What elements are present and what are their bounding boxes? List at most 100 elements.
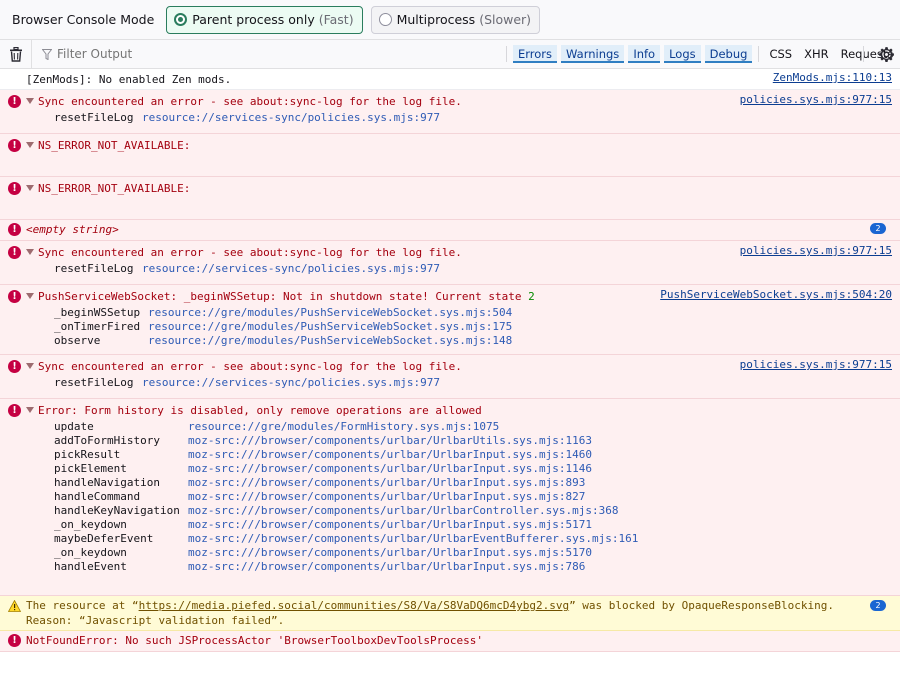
stack-trace: update resource://gre/modules/FormHistory… [26,420,892,574]
frame-function: resetFileLog [54,262,134,275]
stack-frame: handleNavigation moz-src:///browser/compo… [54,476,892,490]
stack-frame: update resource://gre/modules/FormHistory… [54,420,892,434]
error-message: ! NS_ERROR_NOT_AVAILABLE: [0,134,900,177]
stack-frame: observe resource://gre/modules/PushServic… [54,334,892,348]
error-message: ! Error: Form history is disabled, only … [0,399,900,596]
expand-twisty-icon[interactable] [26,98,34,104]
frame-location-link[interactable]: resource://gre/modules/PushServiceWebSoc… [148,334,512,348]
state-number: 2 [528,290,535,303]
frame-function: update [54,420,94,433]
message-source-link[interactable]: policies.sys.mjs:977:15 [740,358,892,371]
error-icon: ! [8,246,21,259]
frame-function: _onTimerFired [54,320,141,333]
message-source-link[interactable]: policies.sys.mjs:977:15 [740,93,892,106]
error-message: ! NotFoundError: No such JSProcessActor … [0,631,900,652]
message-text: <empty string> [26,223,119,236]
frame-function: maybeDeferEvent [54,532,154,545]
filter-info-button[interactable]: Info [628,45,661,63]
trash-icon [9,46,22,62]
error-message: ! NS_ERROR_NOT_AVAILABLE: [0,177,900,220]
stack-frame: _beginWSSetup resource://gre/modules/Push… [54,306,892,320]
frame-location-link[interactable]: moz-src:///browser/components/urlbar/Url… [188,476,585,490]
toolbar-separator [863,46,864,62]
frame-location-link[interactable]: resource://gre/modules/PushServiceWebSoc… [148,320,512,334]
frame-function: observe [54,334,101,347]
expand-twisty-icon[interactable] [26,185,34,191]
error-icon: ! [8,223,21,236]
error-icon: ! [8,95,21,108]
filter-funnel-icon [42,48,52,60]
message-text: NS_ERROR_NOT_AVAILABLE: [38,182,191,195]
console-toolbar: Errors Warnings Info Logs Debug CSS XHR … [0,40,900,69]
frame-location-link[interactable]: resource://gre/modules/PushServiceWebSoc… [148,306,512,320]
mode-parent-hint: (Fast) [318,12,354,27]
filter-output-input[interactable] [57,47,457,61]
log-message: [ZenMods]: No enabled Zen mods. ZenMods.… [0,70,900,90]
frame-function: _on_keydown [54,546,127,559]
frame-location-link[interactable]: moz-src:///browser/components/urlbar/Url… [188,518,592,532]
message-text: The resource at “ [26,599,139,612]
mode-multiprocess-option[interactable]: Multiprocess (Slower) [370,5,541,34]
expand-twisty-icon[interactable] [26,142,34,148]
frame-location-link[interactable]: moz-src:///browser/components/urlbar/Url… [188,434,592,448]
repeat-count-badge: 2 [870,600,886,611]
frame-location-link[interactable]: moz-src:///browser/components/urlbar/Url… [188,546,592,560]
stack-frame: pickElement moz-src:///browser/components… [54,462,892,476]
stack-frame: _onTimerFired resource://gre/modules/Push… [54,320,892,334]
filter-xhr-button[interactable]: XHR [798,45,835,63]
frame-function: addToFormHistory [54,434,160,447]
frame-location-link[interactable]: moz-src:///browser/components/urlbar/Url… [188,490,585,504]
frame-function: handleCommand [54,490,141,503]
frame-function: handleEvent [54,560,127,573]
blocked-resource-link[interactable]: https://media.piefed.social/communities/… [139,599,569,612]
warning-icon [8,600,21,612]
frame-function: handleKeyNavigation [54,504,180,517]
error-icon: ! [8,139,21,152]
console-settings-button[interactable] [876,44,896,64]
message-source-link[interactable]: PushServiceWebSocket.sys.mjs:504:20 [660,288,892,301]
message-source-link[interactable]: policies.sys.mjs:977:15 [740,244,892,257]
mode-parent-label: Parent process only [192,12,315,27]
stack-frame: _on_keydown moz-src:///browser/components… [54,518,892,532]
frame-function: resetFileLog [54,111,134,124]
frame-location-link[interactable]: moz-src:///browser/components/urlbar/Url… [188,448,592,462]
error-message: ! Sync encountered an error - see about:… [0,241,900,285]
message-reason: Reason: “Javascript validation failed”. [26,614,285,627]
frame-location-link[interactable]: resource://services-sync/policies.sys.mj… [142,376,440,390]
frame-location-link[interactable]: resource://services-sync/policies.sys.mj… [142,111,440,125]
filter-css-button[interactable]: CSS [763,45,798,63]
stack-frame: resetFileLog resource://services-sync/po… [26,262,892,276]
filter-warnings-button[interactable]: Warnings [561,45,625,63]
error-icon: ! [8,360,21,373]
frame-location-link[interactable]: moz-src:///browser/components/urlbar/Url… [188,532,638,546]
expand-twisty-icon[interactable] [26,363,34,369]
console-mode-title: Browser Console Mode [12,12,155,27]
frame-location-link[interactable]: moz-src:///browser/components/urlbar/Url… [188,462,592,476]
mode-parent-process-option[interactable]: Parent process only (Fast) [166,5,363,34]
expand-twisty-icon[interactable] [26,249,34,255]
error-icon: ! [8,182,21,195]
frame-location-link[interactable]: moz-src:///browser/components/urlbar/Url… [188,560,585,574]
message-text: Sync encountered an error - see about:sy… [38,360,462,373]
filter-debug-button[interactable]: Debug [704,45,753,63]
frame-location-link[interactable]: resource://services-sync/policies.sys.mj… [142,262,440,276]
expand-twisty-icon[interactable] [26,293,34,299]
filter-output-box[interactable] [32,40,502,68]
stack-frame: handleEvent moz-src:///browser/components… [54,560,892,574]
stack-frame: _on_keydown moz-src:///browser/components… [54,546,892,560]
stack-frame: resetFileLog resource://services-sync/po… [26,111,892,125]
mode-multi-label: Multiprocess [396,12,476,27]
warning-message: The resource at “https://media.piefed.so… [0,596,900,631]
filter-logs-button[interactable]: Logs [664,45,701,63]
message-source-link[interactable]: ZenMods.mjs:110:13 [773,71,892,84]
console-mode-bar: Browser Console Mode Parent process only… [0,0,900,40]
stack-frame: pickResult moz-src:///browser/components/… [54,448,892,462]
filter-errors-button[interactable]: Errors [513,45,558,63]
message-text: Error: Form history is disabled, only re… [38,404,482,417]
frame-location-link[interactable]: resource://gre/modules/FormHistory.sys.m… [188,420,499,434]
frame-location-link[interactable]: moz-src:///browser/components/urlbar/Url… [188,504,618,518]
clear-console-button[interactable] [0,40,32,68]
console-output: [ZenMods]: No enabled Zen mods. ZenMods.… [0,70,900,652]
log-level-filters: Errors Warnings Info Logs Debug [511,40,754,68]
expand-twisty-icon[interactable] [26,407,34,413]
